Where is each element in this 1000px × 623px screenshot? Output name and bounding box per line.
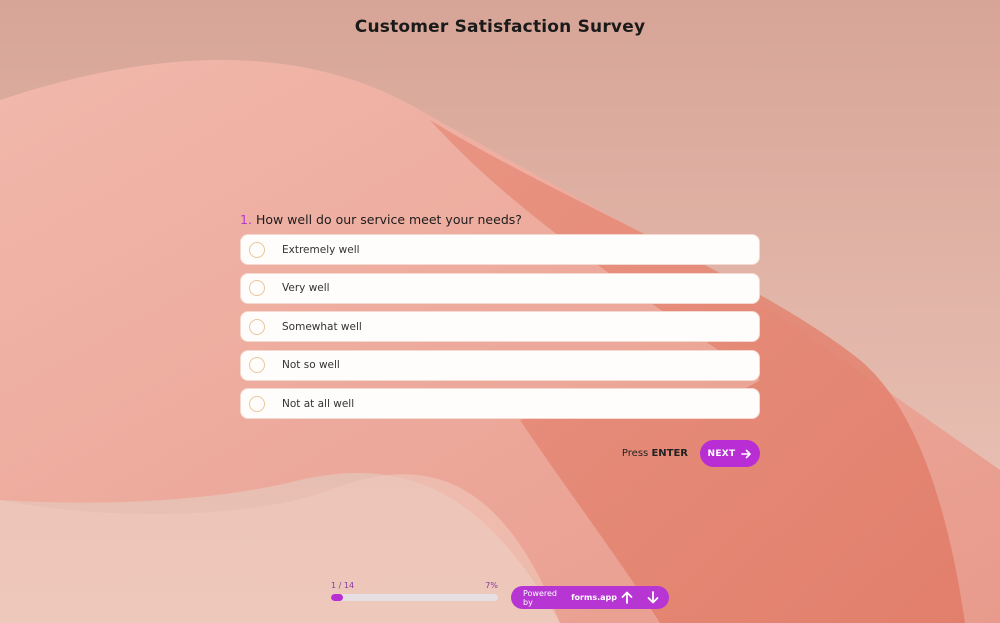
radio-icon[interactable] xyxy=(249,280,265,296)
option-somewhat-well[interactable]: Somewhat well xyxy=(240,311,760,342)
option-label: Not at all well xyxy=(282,397,355,410)
press-enter-hint: Press ENTER xyxy=(622,448,688,459)
progress-fill xyxy=(331,594,343,601)
question-title: 1. How well do our service meet your need… xyxy=(240,212,760,227)
next-row: Press ENTER NEXT xyxy=(560,440,760,467)
option-label: Extremely well xyxy=(282,243,360,256)
press-text: Press xyxy=(621,448,649,459)
option-very-well[interactable]: Very well xyxy=(240,272,760,304)
progress-track xyxy=(331,594,498,601)
option-label: Not so well xyxy=(282,359,340,371)
footer-bar: Powered by forms.app xyxy=(511,586,669,609)
powered-by-text: Powered by xyxy=(523,588,558,607)
arrow-right-icon xyxy=(741,449,752,458)
question-number: 1. xyxy=(240,212,252,227)
progress-indicator: 1 / 14 7% xyxy=(331,581,498,601)
option-extremely-well[interactable]: Extremely well xyxy=(240,234,760,265)
next-question-button[interactable] xyxy=(643,588,663,608)
option-not-so-well[interactable]: Not so well xyxy=(240,349,760,381)
arrow-up-icon xyxy=(621,591,633,604)
answer-options: Extremely well Very well Somewhat well N… xyxy=(240,234,760,427)
brand-link[interactable]: forms.app xyxy=(571,593,617,602)
arrow-down-icon xyxy=(647,591,659,604)
progress-step: 1 / 14 xyxy=(331,581,355,590)
radio-icon[interactable] xyxy=(249,395,265,412)
progress-percent: 7% xyxy=(485,581,498,590)
radio-icon[interactable] xyxy=(249,318,265,335)
radio-icon[interactable] xyxy=(249,357,265,373)
radio-icon[interactable] xyxy=(249,241,265,258)
page-title: Customer Satisfaction Survey xyxy=(354,17,646,37)
press-key: ENTER xyxy=(651,448,688,459)
previous-question-button[interactable] xyxy=(617,588,637,608)
question-text: How well do our service meet your needs? xyxy=(255,212,522,227)
option-not-at-all-well[interactable]: Not at all well xyxy=(240,388,760,419)
option-label: Somewhat well xyxy=(282,320,362,333)
next-label: NEXT xyxy=(707,448,736,459)
next-button[interactable]: NEXT xyxy=(700,440,760,467)
option-label: Very well xyxy=(282,282,330,294)
